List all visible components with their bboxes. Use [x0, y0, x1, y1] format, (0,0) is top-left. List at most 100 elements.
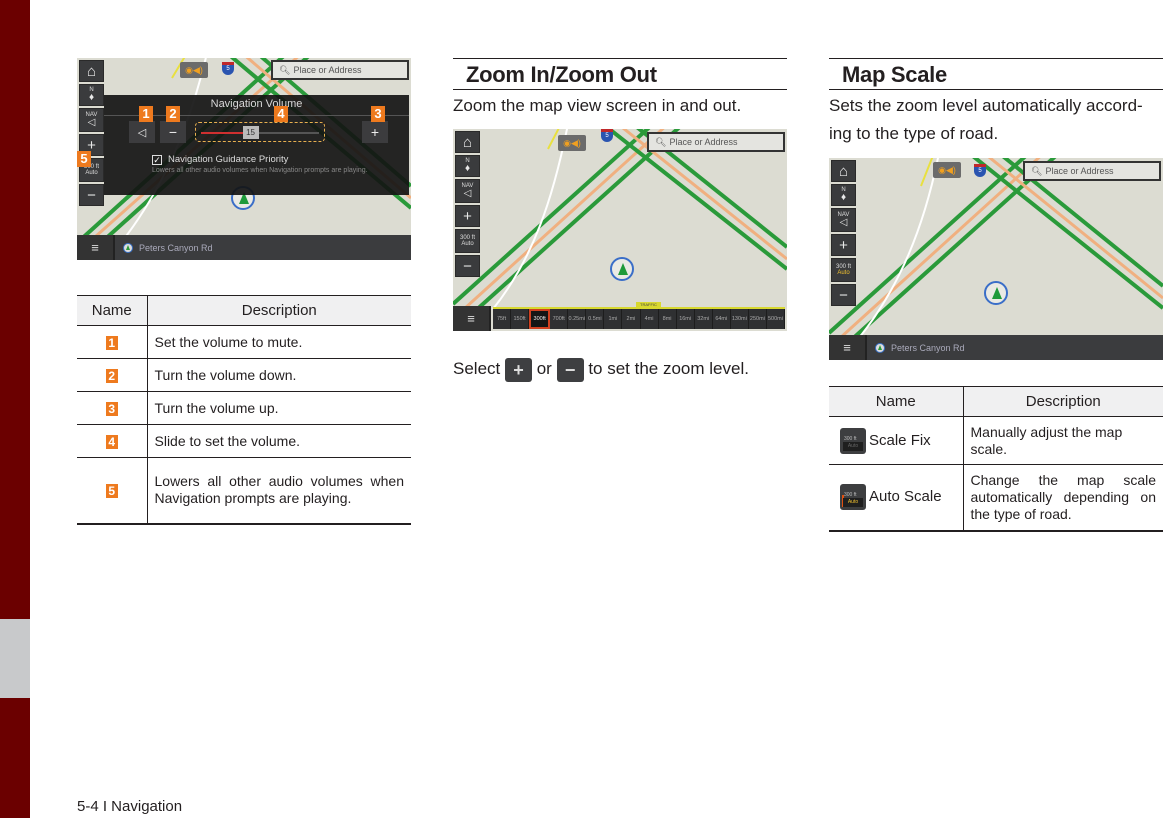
menu-button[interactable]: ≡	[829, 335, 867, 360]
speaker-icon: ◁	[839, 217, 848, 228]
scale-level-14[interactable]: 250mi	[749, 309, 767, 329]
map-scale-heading: Map Scale	[829, 58, 1163, 90]
search-icon: 🔍︎	[1031, 165, 1043, 176]
nav-volume-button[interactable]: NAV ◁	[455, 179, 480, 203]
header-name: Name	[77, 295, 148, 326]
bottom-bar: ≡	[453, 306, 493, 331]
scale-level-13[interactable]: 130mi	[731, 309, 749, 329]
map-roads	[453, 129, 787, 331]
volume-table: Name Description 1 Set the volume to mut…	[77, 295, 411, 525]
bottom-bar: ≡ Peters Canyon Rd	[77, 235, 411, 260]
menu-button[interactable]: ≡	[453, 306, 491, 331]
traffic-button[interactable]: ◉◀)	[558, 135, 586, 151]
search-input[interactable]: 🔍︎ Place or Address	[1023, 161, 1161, 181]
compass-icon: ♦	[464, 163, 471, 174]
traffic-button[interactable]: ◉◀)	[933, 162, 961, 178]
menu-button[interactable]: ≡	[77, 235, 115, 260]
compass-button[interactable]: N ♦	[831, 184, 856, 206]
scale-level-3[interactable]: 700ft	[550, 309, 569, 329]
scale-level-2[interactable]: 300ft	[529, 309, 551, 329]
table-row: 1 Set the volume to mute.	[77, 325, 411, 359]
mute-button[interactable]: ◁	[129, 121, 155, 143]
zoom-instruction: Select + or − to set the zoom level.	[453, 357, 749, 382]
home-icon: ⌂	[462, 133, 473, 151]
map-scale-screenshot: ⌂ N ♦ NAV ◁ + 300 ft Auto − ◉◀) 5 🔍︎ Place o…	[829, 158, 1163, 360]
scale-level-8[interactable]: 4mi	[641, 309, 659, 329]
zoom-out-button[interactable]: −	[79, 184, 104, 206]
header-name: Name	[829, 386, 964, 417]
scale-level-4[interactable]: 0.25mi	[568, 309, 587, 329]
zoom-section-heading: Zoom In/Zoom Out	[453, 58, 787, 90]
row-description: Turn the volume down.	[147, 358, 411, 392]
scale-level-12[interactable]: 64mi	[713, 309, 731, 329]
row-name: Auto Scale	[869, 488, 942, 506]
volume-slider[interactable]: 15	[195, 122, 325, 142]
callout-badge: 3	[105, 401, 118, 416]
scale-level-10[interactable]: 16mi	[677, 309, 695, 329]
table-row: 300 ft Auto Auto Scale Change the map scal…	[829, 464, 1163, 532]
scale-level-11[interactable]: 32mi	[695, 309, 713, 329]
interstate-shield: 5	[974, 164, 986, 177]
nav-volume-button[interactable]: NAV ◁	[79, 108, 104, 132]
zoom-in-button[interactable]: +	[831, 234, 856, 256]
zoom-in-button[interactable]: +	[455, 205, 480, 227]
compass-button[interactable]: N ♦	[455, 155, 480, 177]
guidance-priority-desc: Lowers all other audio volumes when Navi…	[152, 167, 368, 174]
nav-volume-button[interactable]: NAV ◁	[831, 208, 856, 232]
scale-level-6[interactable]: 1mi	[604, 309, 623, 329]
search-input[interactable]: 🔍︎ Place or Address	[647, 132, 785, 152]
callout-3: 3	[371, 106, 385, 122]
zoom-out-button[interactable]: −	[831, 284, 856, 306]
traffic-sound-icon: ◉◀)	[185, 64, 203, 75]
scale-level-7[interactable]: 2mi	[622, 309, 641, 329]
search-input[interactable]: 🔍︎ Place or Address	[271, 60, 409, 80]
traffic-sound-icon: ◉◀)	[563, 137, 581, 148]
current-position-marker	[610, 257, 634, 281]
current-road: Peters Canyon Rd	[867, 335, 1163, 360]
scale-button[interactable]: 300 ft Auto	[455, 229, 480, 253]
home-button[interactable]: ⌂	[831, 160, 856, 182]
search-icon: 🔍︎	[279, 64, 291, 75]
table-row: 300 ft Auto Scale Fix Manually adjust the …	[829, 416, 1163, 465]
slider-track: 15	[201, 126, 319, 139]
row-description: Turn the volume up.	[147, 391, 411, 425]
scale-fix-icon: 300 ft Auto	[840, 427, 866, 454]
current-road: Peters Canyon Rd	[115, 235, 411, 260]
minus-icon: −	[556, 357, 584, 382]
scale-level-1[interactable]: 150ft	[511, 309, 530, 329]
interstate-shield: 5	[222, 62, 234, 75]
map-scale-table: Name Description 300 ft Auto Scale Fix Man…	[829, 386, 1163, 532]
map-roads	[829, 158, 1163, 360]
scale-level-15[interactable]: 500mi	[767, 309, 785, 329]
interstate-shield: 5	[601, 129, 613, 142]
table-row: 5 Lowers all other audio volumes when Na…	[77, 457, 411, 525]
table-row: 2 Turn the volume down.	[77, 358, 411, 392]
traffic-button[interactable]: ◉◀)	[180, 62, 208, 78]
auto-scale-button[interactable]: 300 ft Auto	[831, 258, 856, 282]
home-button[interactable]: ⌂	[455, 131, 480, 153]
search-icon: 🔍︎	[655, 136, 667, 147]
chapter-strip-band	[0, 619, 30, 698]
home-icon: ⌂	[86, 62, 97, 80]
zoom-out-button[interactable]: −	[455, 255, 480, 277]
home-icon: ⌂	[838, 162, 849, 180]
volume-up-button[interactable]: +	[362, 121, 388, 143]
auto-scale-icon: 300 ft Auto	[840, 484, 866, 511]
callout-badge: 4	[105, 434, 118, 449]
traffic-sound-icon: ◉◀)	[938, 164, 956, 175]
volume-down-button[interactable]: −	[160, 121, 186, 143]
home-button[interactable]: ⌂	[79, 60, 104, 82]
scale-level-9[interactable]: 8mi	[659, 309, 677, 329]
compass-button[interactable]: N ♦	[79, 84, 104, 106]
callout-badge: 2	[105, 368, 118, 383]
position-icon	[123, 242, 133, 253]
guidance-priority-label: Navigation Guidance Priority	[168, 154, 289, 165]
current-position-marker	[984, 281, 1008, 305]
scale-level-5[interactable]: 0.5mi	[586, 309, 605, 329]
scale-level-0[interactable]: 75ft	[493, 309, 512, 329]
callout-1: 1	[139, 106, 153, 122]
guidance-priority-checkbox[interactable]: ✓	[152, 155, 162, 165]
callout-badge: 1	[105, 335, 118, 350]
speaker-icon: ◁	[137, 126, 147, 139]
slider-thumb[interactable]: 15	[242, 126, 259, 139]
